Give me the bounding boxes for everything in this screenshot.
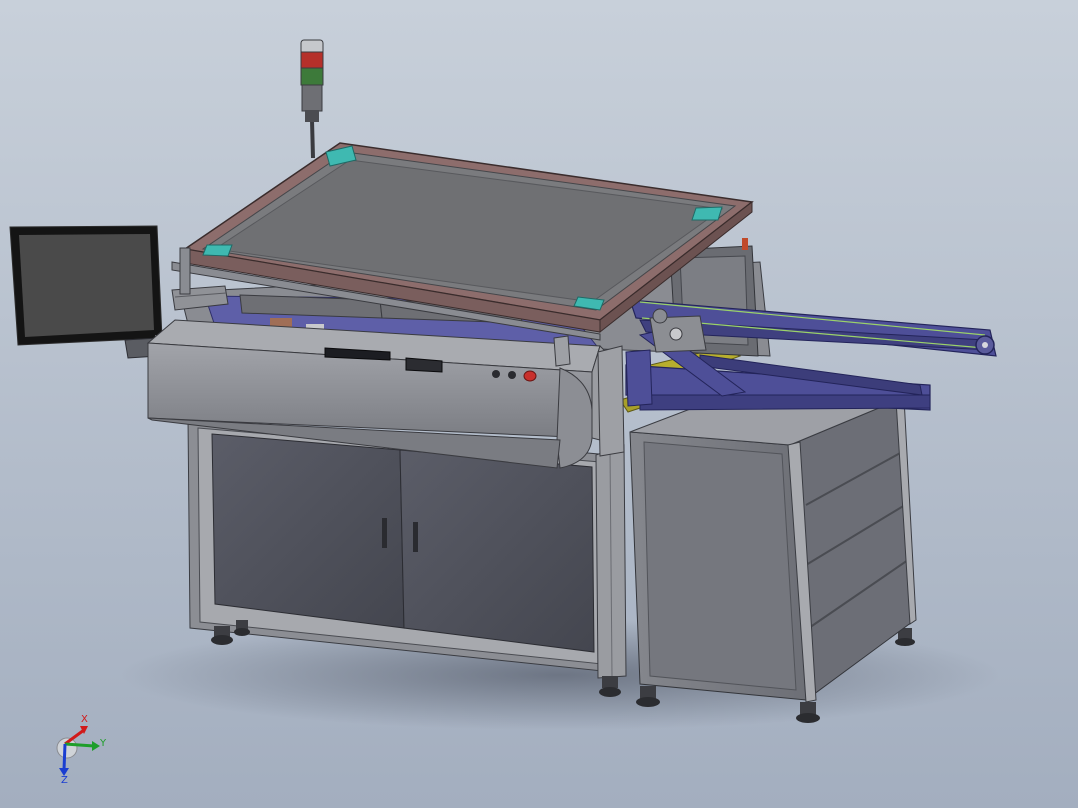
door-handle-left[interactable] <box>382 518 387 548</box>
panel-button-1[interactable] <box>492 370 500 378</box>
x-axis-label: X <box>81 714 88 725</box>
monitor-screen[interactable] <box>19 234 154 337</box>
axis-triad: X Y Z <box>40 712 120 802</box>
door-handle-right[interactable] <box>413 522 418 552</box>
z-axis-arrow <box>62 743 67 771</box>
y-axis-arrow <box>64 742 95 748</box>
cabinet-door-right[interactable] <box>399 449 595 653</box>
panel-button-2[interactable] <box>508 371 516 379</box>
z-axis-label: Z <box>61 775 68 786</box>
y-axis-label: Y <box>100 738 107 749</box>
axis-triad-graphic <box>56 726 100 776</box>
panel-keypad[interactable] <box>405 357 443 373</box>
cabinet-door-left[interactable] <box>211 433 405 629</box>
cad-viewport[interactable]: X Y Z <box>0 0 1078 808</box>
hmi-monitor[interactable] <box>9 225 167 359</box>
emergency-stop-button[interactable] <box>523 370 537 382</box>
cad-model-canvas[interactable] <box>0 0 1078 808</box>
